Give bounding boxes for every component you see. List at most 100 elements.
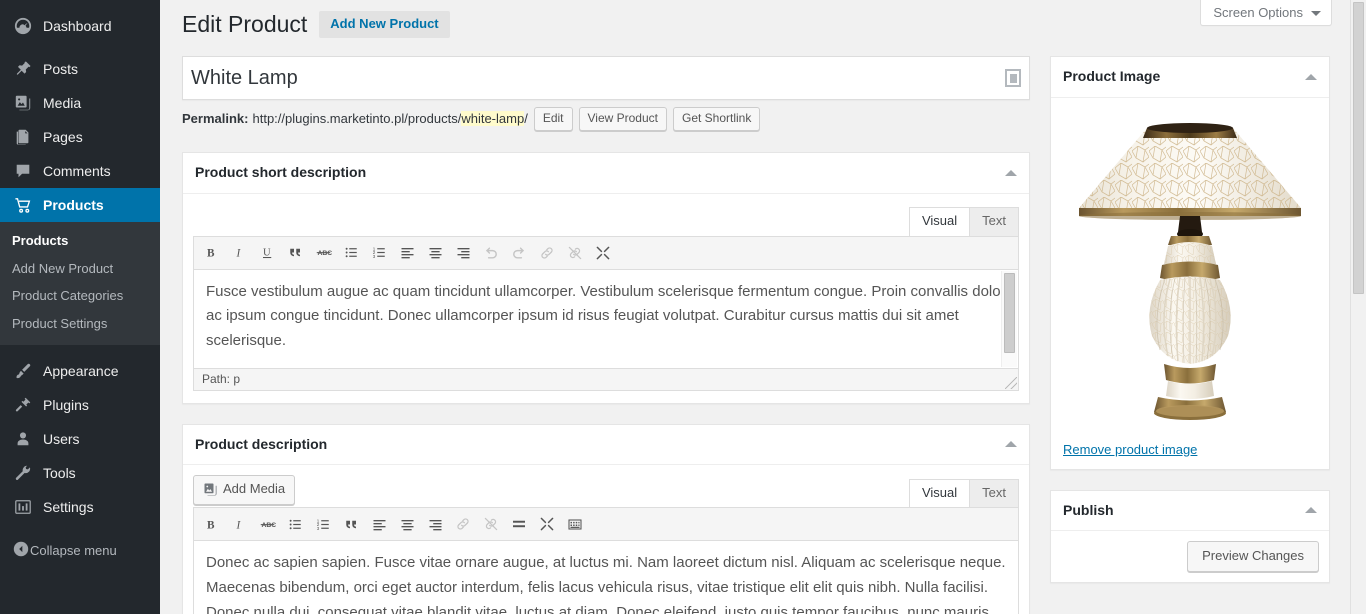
submenu-item-product-settings[interactable]: Product Settings bbox=[0, 310, 160, 338]
align-center-icon[interactable] bbox=[422, 241, 448, 265]
chevron-up-icon[interactable] bbox=[1305, 73, 1317, 80]
link-icon[interactable] bbox=[534, 241, 560, 265]
bullet-list-icon[interactable] bbox=[338, 241, 364, 265]
chevron-up-icon[interactable] bbox=[1305, 507, 1317, 514]
product-description-header[interactable]: Product description bbox=[183, 425, 1029, 466]
sidebar-item-comments[interactable]: Comments bbox=[0, 154, 160, 188]
user-icon bbox=[12, 429, 34, 449]
edit-slug-button[interactable]: Edit bbox=[533, 107, 573, 131]
sidebar-item-media[interactable]: Media bbox=[0, 86, 160, 120]
scrollbar-thumb[interactable] bbox=[1353, 2, 1364, 294]
chevron-up-icon[interactable] bbox=[1005, 441, 1017, 448]
postbox-title: Product Image bbox=[1063, 68, 1161, 84]
post-body-content: Permalink: http://plugins.marketinto.pl/… bbox=[182, 56, 1030, 614]
title-field-side-icon[interactable] bbox=[1005, 69, 1021, 87]
submenu-item-product-categories[interactable]: Product Categories bbox=[0, 282, 160, 310]
unlink-icon[interactable] bbox=[562, 241, 588, 265]
align-left-icon[interactable] bbox=[394, 241, 420, 265]
sidebar-item-dashboard[interactable]: Dashboard bbox=[0, 9, 160, 43]
sidebar-item-label: Dashboard bbox=[43, 18, 112, 34]
remove-product-image-link[interactable]: Remove product image bbox=[1063, 442, 1197, 457]
submenu-item-label: Add New Product bbox=[12, 260, 114, 276]
side-postbox-container: Product Image Remove product image Publi… bbox=[1050, 56, 1330, 584]
tab-text[interactable]: Text bbox=[969, 207, 1019, 236]
sidebar-item-label: Media bbox=[43, 95, 82, 111]
cart-icon bbox=[12, 195, 34, 215]
brush-icon bbox=[12, 361, 34, 381]
sidebar-top-spacer bbox=[0, 0, 160, 9]
editor-resize-handle[interactable] bbox=[1005, 376, 1017, 389]
bold-icon[interactable]: B bbox=[198, 241, 224, 265]
redo-icon[interactable] bbox=[506, 241, 532, 265]
publish-header[interactable]: Publish bbox=[1051, 491, 1329, 532]
sidebar-item-appearance[interactable]: Appearance bbox=[0, 354, 160, 388]
add-new-product-button[interactable]: Add New Product bbox=[319, 11, 450, 38]
sidebar-item-plugins[interactable]: Plugins bbox=[0, 388, 160, 422]
tab-visual[interactable]: Visual bbox=[908, 479, 971, 508]
description-editor-body[interactable]: Donec ac sapien sapien. Fusce vitae orna… bbox=[193, 540, 1019, 614]
undo-icon[interactable] bbox=[478, 241, 504, 265]
collapse-menu-label: Collapse menu bbox=[30, 542, 117, 558]
strikethrough-icon[interactable]: ABC bbox=[310, 241, 336, 265]
sidebar-item-products[interactable]: Products bbox=[0, 188, 168, 222]
numbered-list-icon[interactable]: 123 bbox=[310, 512, 336, 536]
underline-icon[interactable]: U bbox=[254, 241, 280, 265]
fullscreen-icon[interactable] bbox=[590, 241, 616, 265]
bold-icon[interactable]: B bbox=[198, 512, 224, 536]
collapse-menu-button[interactable]: Collapse menu bbox=[0, 533, 160, 567]
preview-changes-button[interactable]: Preview Changes bbox=[1187, 541, 1319, 573]
bullet-list-icon[interactable] bbox=[282, 512, 308, 536]
align-left-icon[interactable] bbox=[366, 512, 392, 536]
admin-sidebar: Dashboard Posts Media Pages Comments Pro… bbox=[0, 0, 168, 614]
sidebar-item-pages[interactable]: Pages bbox=[0, 120, 160, 154]
description-toolbar: B I ABC 123 bbox=[193, 507, 1019, 541]
align-right-icon[interactable] bbox=[422, 512, 448, 536]
unlink-icon[interactable] bbox=[478, 512, 504, 536]
description-editor-tools: Add Media Visual Text bbox=[183, 465, 1029, 508]
product-image-header[interactable]: Product Image bbox=[1051, 57, 1329, 98]
numbered-list-icon[interactable]: 123 bbox=[366, 241, 392, 265]
submenu-item-products[interactable]: Products bbox=[0, 227, 160, 255]
get-shortlink-button[interactable]: Get Shortlink bbox=[672, 107, 761, 131]
product-description-postbox: Product description Add Media Visual Tex… bbox=[182, 423, 1030, 614]
sidebar-item-posts[interactable]: Posts bbox=[0, 52, 160, 86]
short-description-content[interactable]: Fusce vestibulum augue ac quam tincidunt… bbox=[194, 270, 1018, 364]
sidebar-item-users[interactable]: Users bbox=[0, 422, 160, 456]
sidebar-item-label: Products bbox=[43, 197, 104, 213]
align-center-icon[interactable] bbox=[394, 512, 420, 536]
publish-postbox: Publish Preview Changes bbox=[1050, 489, 1330, 584]
description-content[interactable]: Donec ac sapien sapien. Fusce vitae orna… bbox=[194, 541, 1018, 614]
blockquote-icon[interactable] bbox=[282, 241, 308, 265]
link-icon[interactable] bbox=[450, 512, 476, 536]
permalink-url[interactable]: http://plugins.marketinto.pl/products/wh… bbox=[252, 107, 528, 131]
tab-visual[interactable]: Visual bbox=[908, 207, 971, 236]
add-media-button[interactable]: Add Media bbox=[193, 475, 296, 505]
align-right-icon[interactable] bbox=[450, 241, 476, 265]
blockquote-icon[interactable] bbox=[338, 512, 364, 536]
page-scrollbar[interactable] bbox=[1350, 0, 1366, 614]
fullscreen-icon[interactable] bbox=[534, 512, 560, 536]
short-description-editor-body[interactable]: Fusce vestibulum augue ac quam tincidunt… bbox=[193, 268, 1019, 369]
short-description-scrollbar[interactable] bbox=[1001, 270, 1017, 367]
italic-icon[interactable]: I bbox=[226, 241, 252, 265]
read-more-icon[interactable] bbox=[506, 512, 532, 536]
kitchen-sink-icon[interactable] bbox=[562, 512, 588, 536]
comments-icon bbox=[12, 161, 34, 181]
product-image-thumbnail[interactable] bbox=[1063, 110, 1317, 430]
submenu-item-add-new-product[interactable]: Add New Product bbox=[0, 255, 160, 283]
postbox-title: Product description bbox=[195, 435, 328, 452]
view-product-button[interactable]: View Product bbox=[578, 107, 667, 131]
sidebar-item-tools[interactable]: Tools bbox=[0, 456, 160, 490]
tab-text[interactable]: Text bbox=[969, 479, 1019, 508]
screen-options-button[interactable]: Screen Options bbox=[1200, 0, 1332, 26]
strikethrough-icon[interactable]: ABC bbox=[254, 512, 280, 536]
product-short-description-header[interactable]: Product short description bbox=[183, 153, 1029, 194]
sidebar-item-settings[interactable]: Settings bbox=[0, 490, 160, 524]
scrollbar-thumb[interactable] bbox=[1004, 272, 1015, 353]
description-editor-tabs: Visual Text bbox=[908, 479, 1019, 508]
italic-icon[interactable]: I bbox=[226, 512, 252, 536]
product-title-input[interactable] bbox=[183, 57, 1029, 99]
sidebar-item-label: Posts bbox=[43, 61, 79, 77]
permalink-base: http://plugins.marketinto.pl/products/ bbox=[252, 111, 462, 126]
chevron-up-icon[interactable] bbox=[1005, 169, 1017, 176]
